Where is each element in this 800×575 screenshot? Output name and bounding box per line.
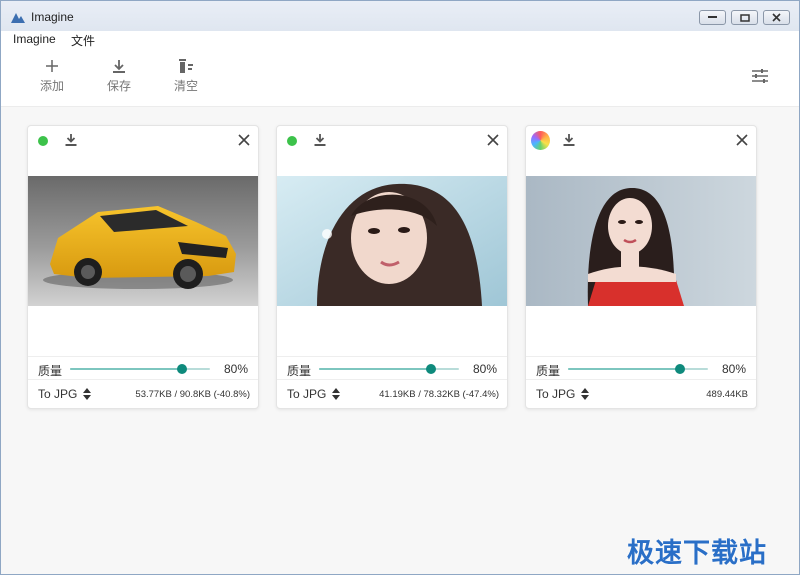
plus-icon	[46, 60, 58, 72]
download-icon	[113, 60, 125, 73]
toolbar: 添加 保存 清空	[1, 49, 799, 107]
watermark-text: 极速下载站	[627, 538, 767, 569]
clear-button[interactable]: 清空	[166, 59, 206, 101]
sort-arrows-icon	[332, 388, 341, 400]
image-preview	[277, 176, 507, 306]
card-spacer	[28, 306, 258, 354]
green-dot-icon	[38, 136, 48, 146]
minimize-icon	[708, 16, 717, 18]
maximize-button[interactable]	[731, 10, 758, 25]
quality-slider-thumb[interactable]	[426, 364, 436, 374]
format-label: To JPG	[38, 387, 78, 401]
quality-row: 质量 80%	[28, 356, 258, 378]
quality-slider[interactable]	[568, 364, 708, 374]
image-preview	[28, 176, 258, 306]
quality-value: 80%	[721, 362, 746, 376]
image-grid: 质量 80% To JPG 53.77KB / 90.8KB (-40.8%)	[1, 108, 799, 574]
size-info: 41.19KB / 78.32KB (-47.4%)	[379, 389, 499, 400]
card-header	[277, 126, 507, 156]
menu-file[interactable]: 文件	[71, 32, 95, 49]
save-button[interactable]: 保存	[99, 59, 139, 101]
quality-slider-fill	[319, 368, 431, 370]
download-icon[interactable]	[563, 133, 575, 147]
card-header	[526, 126, 756, 156]
close-window-icon	[772, 13, 781, 22]
close-icon[interactable]	[487, 134, 499, 146]
save-label: 保存	[106, 79, 131, 93]
sort-arrows-icon	[83, 388, 92, 400]
close-icon[interactable]	[238, 134, 250, 146]
sort-arrows-icon	[581, 388, 590, 400]
card-header	[28, 126, 258, 156]
app-window: Imagine Imagine 文件 添加 保存 清空 质量 80% To JP…	[0, 0, 800, 575]
quality-row: 质量 80%	[526, 356, 756, 378]
app-logo-icon	[11, 13, 25, 23]
quality-slider-thumb[interactable]	[675, 364, 685, 374]
format-select[interactable]: To JPG	[38, 387, 92, 401]
image-preview	[526, 176, 756, 306]
close-window-button[interactable]	[763, 10, 790, 25]
format-row: To JPG 489.44KB	[526, 379, 756, 408]
format-label: To JPG	[536, 387, 576, 401]
restore-icon	[739, 13, 750, 22]
portrait-image	[277, 176, 507, 306]
close-icon[interactable]	[736, 134, 748, 146]
size-info: 489.44KB	[706, 389, 748, 400]
image-card: 质量 80% To JPG 53.77KB / 90.8KB (-40.8%)	[27, 125, 259, 409]
format-row: To JPG 53.77KB / 90.8KB (-40.8%)	[28, 379, 258, 408]
color-wheel-icon	[531, 131, 550, 150]
quality-label: 质量	[287, 364, 312, 378]
quality-value: 80%	[223, 362, 248, 376]
download-icon[interactable]	[65, 133, 77, 147]
quality-slider-thumb[interactable]	[177, 364, 187, 374]
green-dot-icon	[287, 136, 297, 146]
quality-value: 80%	[472, 362, 497, 376]
download-icon[interactable]	[314, 133, 326, 147]
card-spacer	[277, 306, 507, 354]
quality-row: 质量 80%	[277, 356, 507, 378]
clear-label: 清空	[173, 79, 198, 93]
clear-all-icon	[179, 59, 193, 73]
quality-slider-fill	[568, 368, 680, 370]
car-image	[28, 176, 258, 306]
format-select[interactable]: To JPG	[536, 387, 590, 401]
quality-slider[interactable]	[70, 364, 210, 374]
settings-sliders-icon[interactable]	[751, 68, 769, 84]
format-row: To JPG 41.19KB / 78.32KB (-47.4%)	[277, 379, 507, 408]
add-label: 添加	[39, 79, 64, 93]
menu-imagine[interactable]: Imagine	[13, 32, 56, 46]
add-button[interactable]: 添加	[32, 59, 72, 101]
window-title: Imagine	[31, 10, 74, 24]
quality-slider[interactable]	[319, 364, 459, 374]
card-spacer	[526, 306, 756, 354]
size-info: 53.77KB / 90.8KB (-40.8%)	[135, 389, 250, 400]
image-card: 质量 80% To JPG 41.19KB / 78.32KB (-47.4%)	[276, 125, 508, 409]
format-select[interactable]: To JPG	[287, 387, 341, 401]
quality-label: 质量	[536, 364, 561, 378]
minimize-button[interactable]	[699, 10, 726, 25]
image-card: 质量 80% To JPG 489.44KB	[525, 125, 757, 409]
quality-label: 质量	[38, 364, 63, 378]
format-label: To JPG	[287, 387, 327, 401]
title-bar: Imagine	[1, 1, 799, 31]
portrait-image	[526, 176, 756, 306]
quality-slider-fill	[70, 368, 182, 370]
menu-bar: Imagine 文件	[1, 31, 799, 49]
